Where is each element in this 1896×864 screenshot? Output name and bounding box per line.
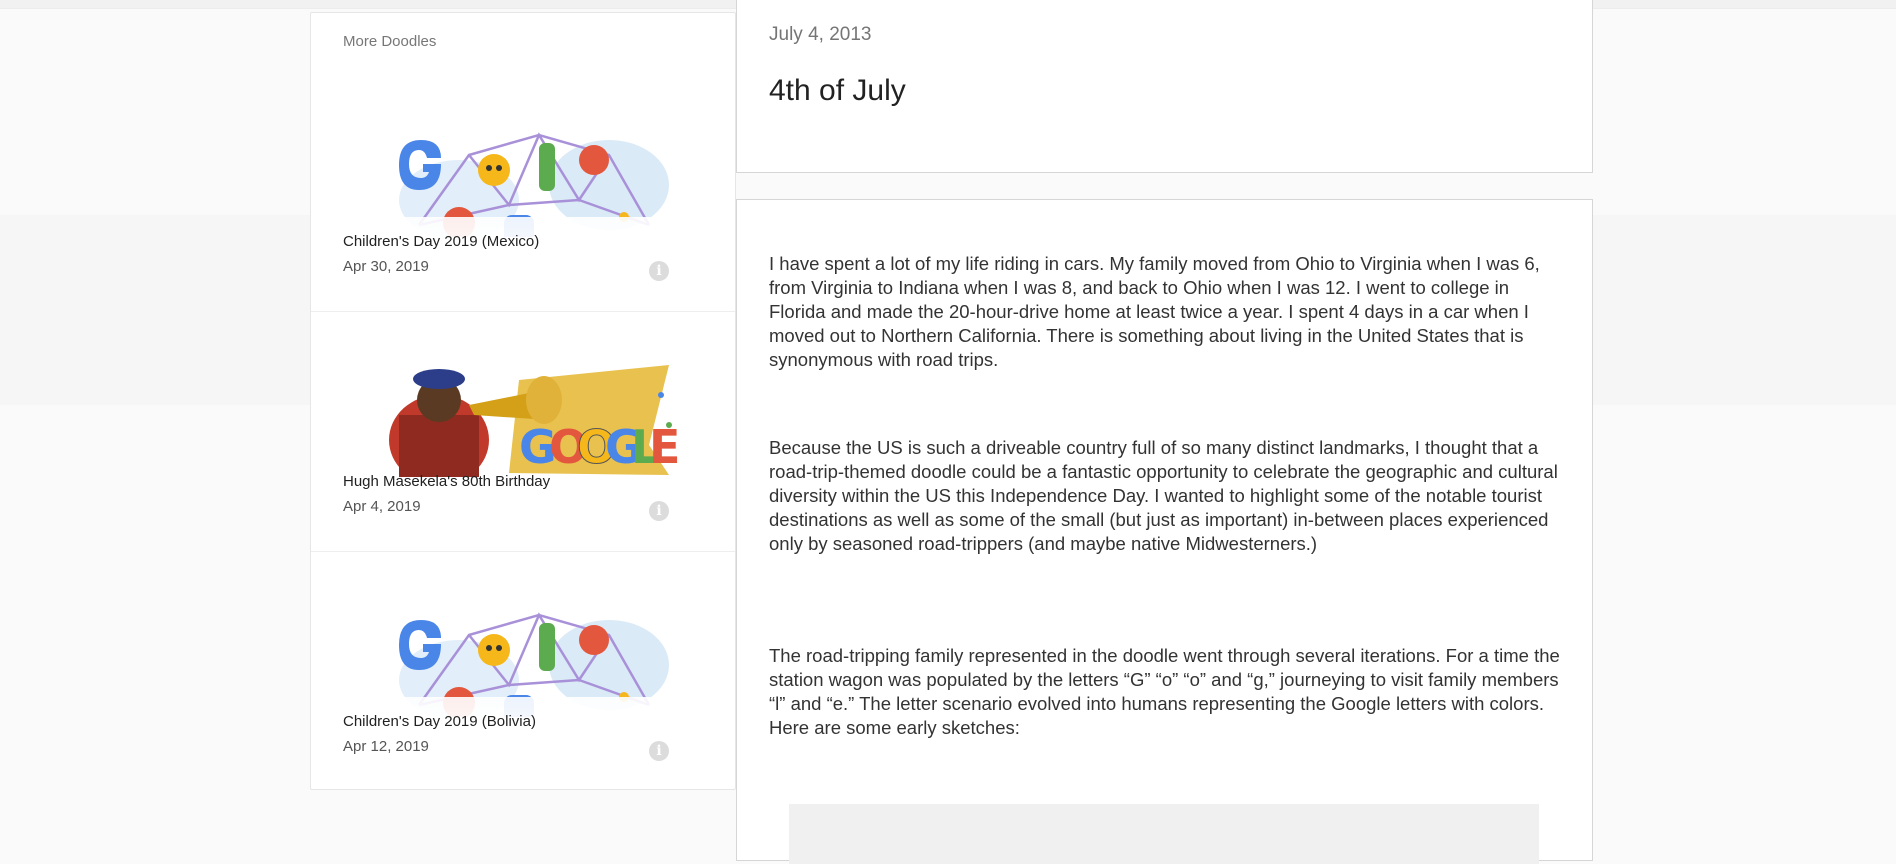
doodle-card-childrens-day-bolivia[interactable]: Children's Day 2019 (Bolivia) Apr 12, 20… [311, 551, 735, 791]
doodle-card-title[interactable]: Hugh Masekela's 80th Birthday [343, 473, 550, 490]
doodle-card-date: Apr 30, 2019 [343, 258, 429, 275]
post-body: I have spent a lot of my life riding in … [736, 199, 1593, 864]
info-icon[interactable]: i [649, 741, 669, 761]
info-icon[interactable]: i [649, 261, 669, 281]
post-title: 4th of July [769, 74, 906, 107]
doodle-card-title[interactable]: Children's Day 2019 (Bolivia) [343, 713, 536, 730]
post-header: July 4, 2013 4th of July [736, 0, 1593, 173]
doodle-card-childrens-day-mexico[interactable]: Children's Day 2019 (Mexico) Apr 30, 201… [311, 71, 735, 312]
doodle-card-hugh-masekela[interactable]: G O O G L E Hugh Masekela's 80th Birthda… [311, 311, 735, 552]
more-doodles-sidebar: More Doodles Children's Day 2019 (Mexico… [310, 12, 736, 790]
post-paragraph: The road-tripping family represented in … [769, 645, 1560, 738]
doodle-card-title[interactable]: Children's Day 2019 (Mexico) [343, 233, 539, 250]
info-icon[interactable]: i [649, 501, 669, 521]
doodle-card-date: Apr 4, 2019 [343, 498, 421, 515]
doodle-card-date: Apr 12, 2019 [343, 738, 429, 755]
post-date: July 4, 2013 [769, 24, 872, 45]
more-doodles-title: More Doodles [343, 33, 437, 50]
post-paragraph: Because the US is such a driveable count… [769, 437, 1558, 554]
post-paragraph: I have spent a lot of my life riding in … [769, 253, 1540, 370]
svg-text:E: E [649, 420, 679, 474]
doodle-thumbnail[interactable]: G O O G L E [379, 345, 679, 477]
sketch-image [789, 804, 1539, 864]
